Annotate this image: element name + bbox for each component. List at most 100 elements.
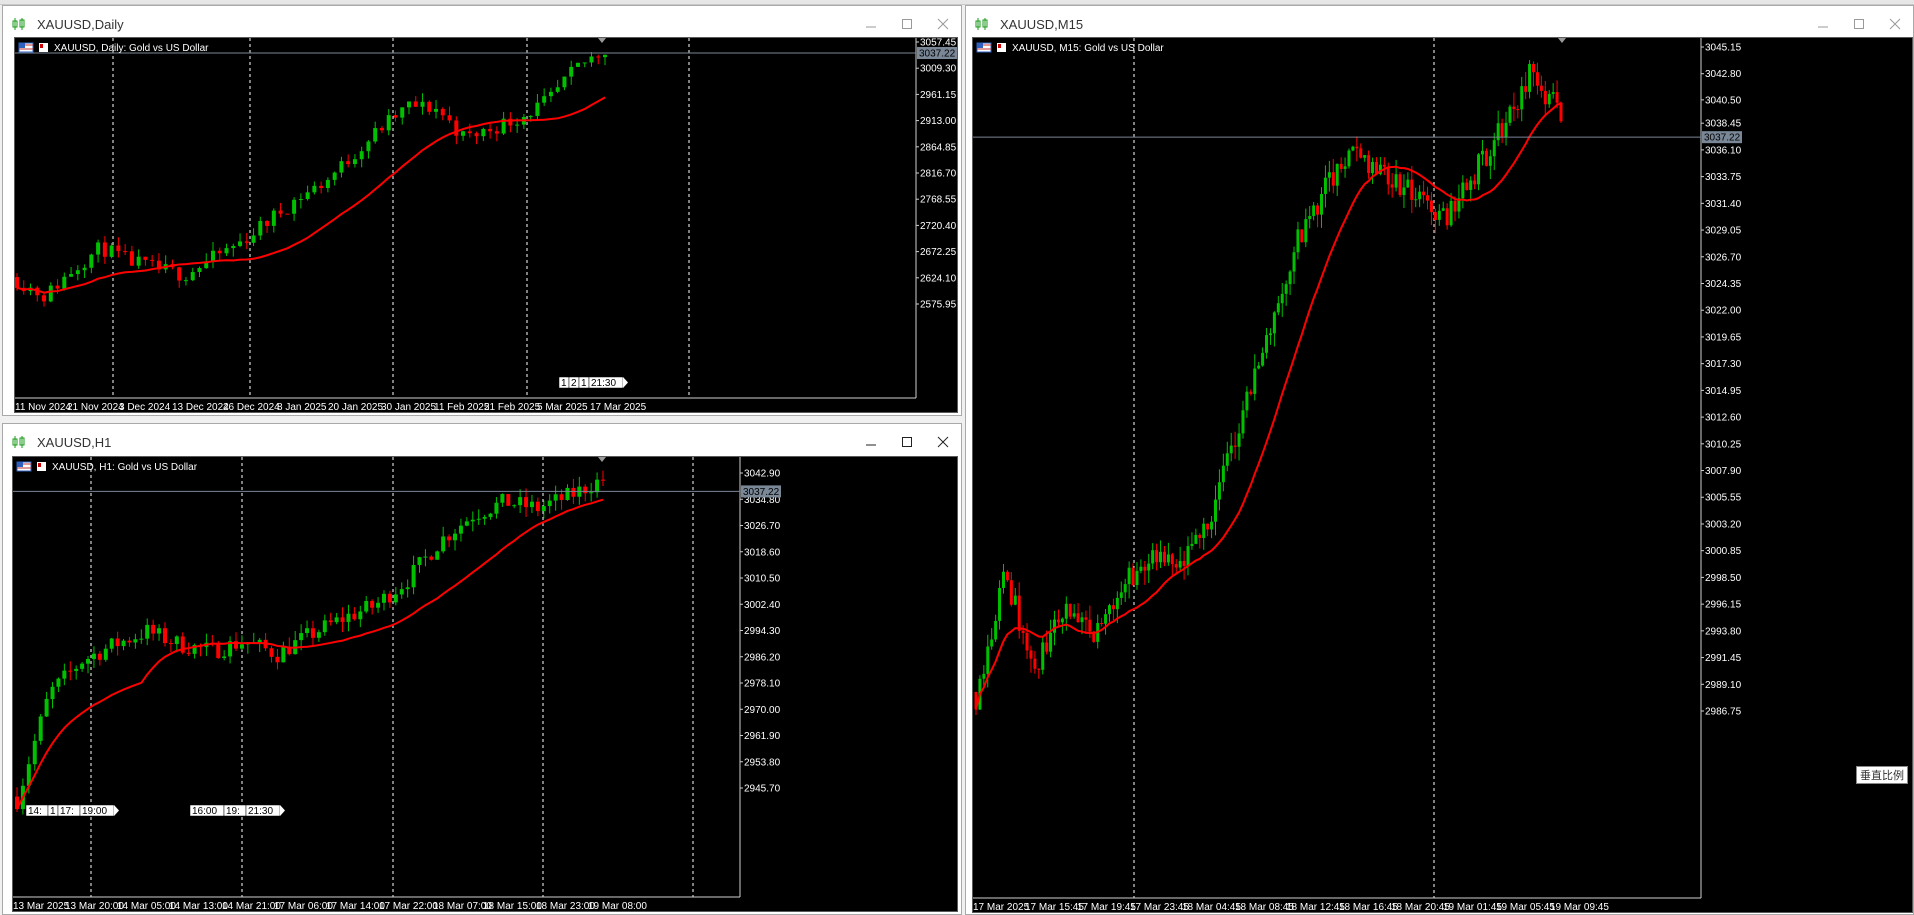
- candle-body: [589, 56, 594, 63]
- chart-window-m15[interactable]: XAUUSD,M15 3045.15 3042.80 3040.50 3038.45 3…: [965, 5, 1914, 915]
- date-label: 5 Mar 2025: [537, 402, 588, 412]
- chart-header-text: XAUUSD, H1: Gold vs US Dollar: [52, 462, 198, 473]
- candle-body: [1151, 550, 1155, 564]
- candle-body: [251, 235, 256, 243]
- candle-body: [427, 101, 432, 112]
- date-label: 17 Mar 2025: [590, 402, 647, 412]
- candle-body: [292, 199, 297, 214]
- chart-window-daily[interactable]: XAUUSD,Daily 3057.45 3009.30 2961.15 2913.0…: [2, 5, 962, 416]
- candle-body: [257, 639, 262, 643]
- date-label: 13 Mar 2025: [13, 901, 70, 911]
- date-label: 11 Feb 2025: [434, 402, 490, 412]
- price-label: 3012.60: [1705, 413, 1742, 424]
- candle-body: [1221, 465, 1225, 483]
- chart-window-h1[interactable]: XAUUSD,H1 3042.90 3034.80 3026.70 3018.60 30…: [2, 423, 962, 915]
- price-label: 2913.00: [920, 116, 957, 127]
- candle-body: [1461, 182, 1465, 199]
- candle-body: [352, 159, 357, 165]
- candle-body: [494, 502, 499, 514]
- candle-body: [1296, 229, 1300, 253]
- price-label: 2996.15: [1705, 600, 1742, 611]
- candle-body: [1037, 668, 1041, 670]
- candle-body: [998, 587, 1002, 621]
- candle-body: [197, 268, 202, 273]
- candle-body: [239, 644, 244, 649]
- candle-body: [582, 62, 587, 64]
- candle-body: [1512, 106, 1516, 110]
- candle-body: [275, 656, 280, 663]
- candle-body: [1304, 219, 1308, 243]
- candle-body: [1111, 605, 1115, 610]
- date-label: 17 Mar 19:45: [1077, 902, 1136, 912]
- candle-body: [1217, 482, 1221, 500]
- candle-body: [32, 740, 37, 765]
- candle-body: [601, 479, 605, 481]
- candle-body: [145, 624, 150, 639]
- chart-area-h1[interactable]: 3042.90 3034.80 3026.70 3018.60 3010.50 3002.…: [12, 456, 958, 912]
- close-icon[interactable]: [925, 424, 961, 460]
- window-title: XAUUSD,M15: [1000, 16, 1084, 32]
- candle-body: [123, 251, 128, 253]
- window-titlebar[interactable]: XAUUSD,H1: [3, 424, 961, 460]
- chart-area-daily[interactable]: 3057.45 3009.30 2961.15 2913.00 2864.85 2816.…: [14, 37, 958, 413]
- candle-body: [481, 128, 486, 137]
- candle-body: [222, 656, 227, 659]
- candle-countdown-mid: 16:00 19: 21:30: [189, 804, 285, 817]
- candle-body: [1060, 618, 1064, 623]
- candle-body: [1477, 154, 1481, 185]
- price-label: 3029.05: [1705, 226, 1742, 237]
- candle-body: [162, 628, 167, 644]
- minimize-icon[interactable]: [853, 424, 889, 460]
- candle-body: [1320, 193, 1324, 215]
- candle-body: [271, 210, 276, 226]
- date-label: 19 Mar 05:45: [1496, 902, 1555, 912]
- countdown-segment: 2: [571, 378, 577, 389]
- candle-body: [91, 653, 96, 659]
- chart-header: XAUUSD, H1: Gold vs US Dollar: [16, 461, 198, 473]
- candle-body: [1386, 166, 1390, 185]
- candle-body: [1280, 293, 1284, 304]
- candle-body: [1469, 180, 1473, 190]
- candle-countdown-left: 14: 1 17: 19:00: [25, 804, 119, 817]
- price-label: 3022.00: [1705, 306, 1742, 317]
- candle-body: [1426, 195, 1430, 201]
- candle-body: [174, 636, 179, 644]
- current-price-label: 3037.22: [743, 487, 780, 498]
- maximize-icon[interactable]: [889, 424, 925, 460]
- candle-body: [42, 295, 47, 302]
- candle-body: [358, 611, 363, 620]
- candle-body: [1441, 208, 1445, 211]
- price-label: 2970.00: [744, 705, 781, 716]
- countdown-segment: 17:: [60, 806, 74, 817]
- candle-body: [1139, 566, 1143, 571]
- candle-body: [1135, 570, 1139, 586]
- price-label: 3000.85: [1705, 546, 1742, 557]
- candle-body: [1335, 163, 1339, 186]
- candle-body: [1371, 161, 1375, 174]
- candle-body: [339, 161, 344, 173]
- price-label: 3036.10: [1705, 145, 1742, 156]
- price-label: 3019.65: [1705, 332, 1742, 343]
- candle-body: [1535, 72, 1539, 86]
- candle-body: [1155, 550, 1159, 563]
- date-label: 30 Jan 2025: [381, 402, 436, 412]
- candle-body: [454, 120, 459, 136]
- date-label: 17 Mar 22:00: [379, 901, 438, 911]
- chart-area-m15[interactable]: 3045.15 3042.80 3040.50 3038.45 3036.10 3033.…: [972, 37, 1913, 913]
- candle-body: [458, 525, 463, 534]
- candle-body: [994, 620, 998, 640]
- candle-body: [217, 250, 222, 254]
- candle-body: [1532, 63, 1536, 73]
- candle-body: [1284, 284, 1288, 294]
- candle-body: [80, 663, 85, 669]
- candle-body: [340, 617, 345, 622]
- candle-body: [1465, 182, 1469, 190]
- candle-body: [269, 648, 274, 657]
- candle-body: [1433, 212, 1437, 220]
- candle-body: [238, 241, 243, 246]
- chart-header-text: XAUUSD, Daily: Gold vs US Dollar: [54, 43, 209, 54]
- candle-body: [1025, 632, 1029, 651]
- candle-body: [1276, 303, 1280, 313]
- candle-body: [150, 259, 155, 261]
- price-label: 2575.95: [920, 300, 957, 311]
